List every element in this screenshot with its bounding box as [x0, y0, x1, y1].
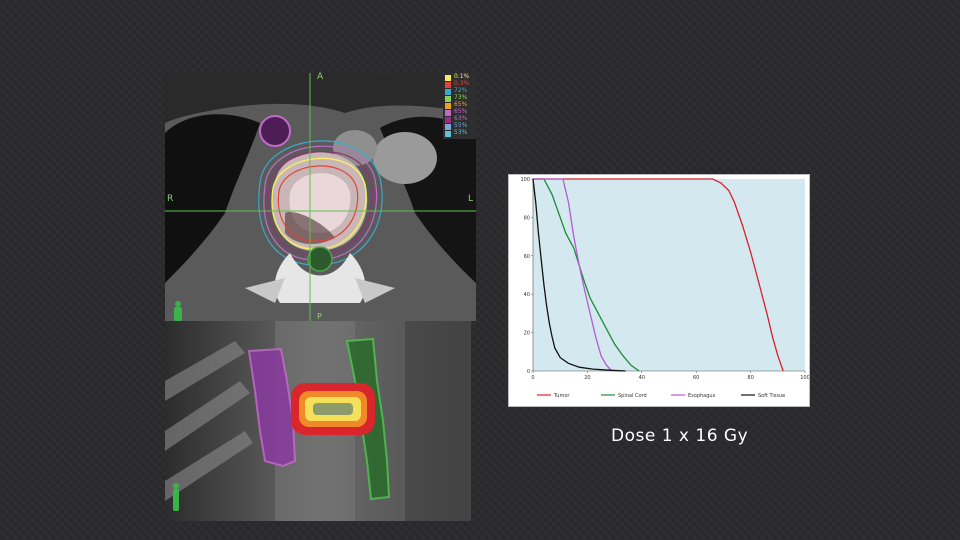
x-tick-label: 60: [693, 375, 699, 381]
y-tick-label: 20: [524, 331, 530, 337]
dvh-chart: 100 80 60 40 20 0 0 20 40 60 80 100 Tumor Spinal Cord…: [508, 174, 810, 407]
x-tick-label: 0: [531, 375, 534, 381]
x-tick-label: 100: [800, 375, 809, 381]
x-tick-label: 80: [747, 375, 753, 381]
y-tick-label: 40: [524, 292, 530, 298]
y-tick-label: 80: [524, 215, 530, 221]
x-tick-label: 40: [639, 375, 645, 381]
y-tick-label: 0: [527, 369, 530, 375]
isodose-legend-item: 53%: [445, 129, 475, 138]
dose-caption: Dose 1 x 16 Gy: [611, 426, 749, 446]
legend-label-esophagus: Esophagus: [688, 393, 716, 399]
legend-label-soft-tissue: Soft Tissue: [758, 393, 785, 399]
orientation-left-label: L: [468, 194, 474, 204]
isodose-legend: 0.1% 0.3% 72% 73% 65% 65% 63% 55% 53%: [443, 73, 476, 139]
isodose-label: 53%: [454, 129, 468, 136]
orientation-right-label: R: [167, 194, 174, 204]
ct-sagittal-image: [165, 321, 471, 521]
orientation-posterior-label: P: [317, 312, 322, 321]
legend-label-tumor: Tumor: [553, 393, 570, 399]
y-tick-label: 60: [524, 254, 530, 260]
isodose-swatch: [445, 131, 451, 137]
orientation-anterior-label: A: [317, 72, 324, 82]
ct-axial-image: [165, 73, 476, 321]
legend-label-spinal-cord: Spinal Cord: [618, 393, 647, 399]
plot-area: [533, 179, 805, 371]
y-tick-label: 100: [520, 177, 530, 183]
x-tick-label: 20: [584, 375, 590, 381]
